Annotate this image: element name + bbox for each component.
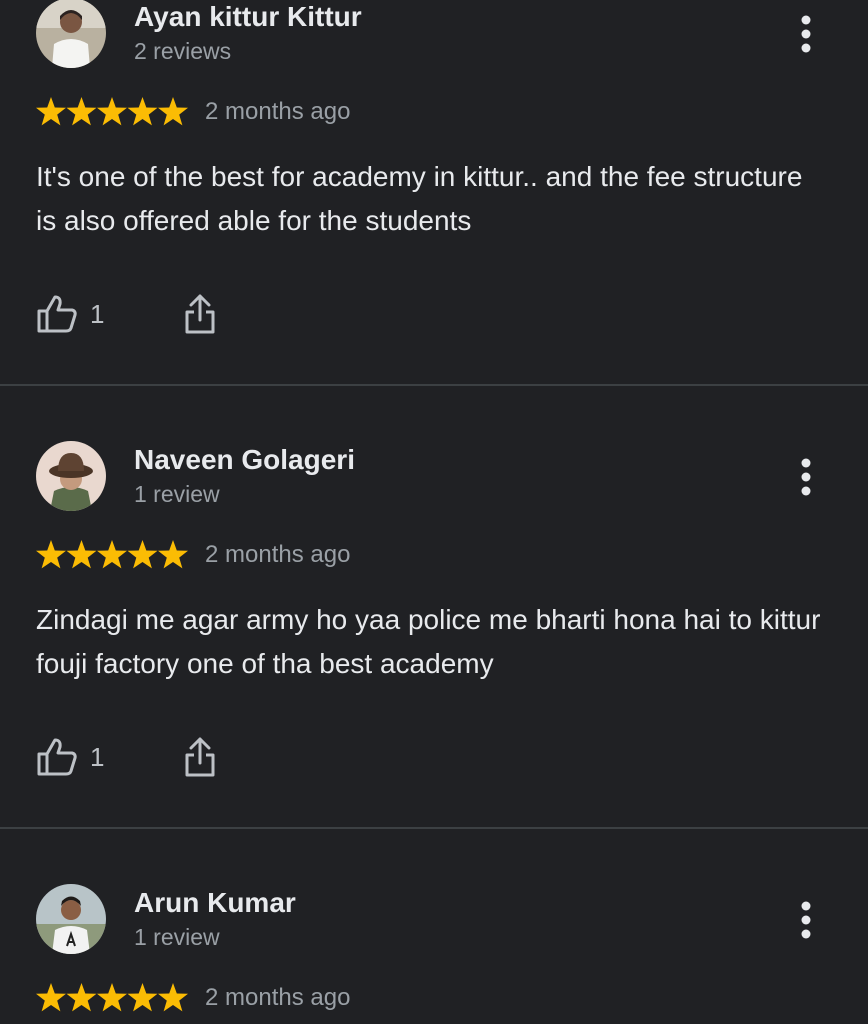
like-count: 1 xyxy=(90,742,105,772)
like-count: 1 xyxy=(90,299,105,329)
share-button[interactable] xyxy=(182,735,218,779)
share-button[interactable] xyxy=(182,292,218,336)
review-count: 1 review xyxy=(134,924,220,950)
divider xyxy=(0,827,868,829)
review-time: 2 months ago xyxy=(205,98,351,125)
review-time: 2 months ago xyxy=(205,541,351,568)
review-count: 2 reviews xyxy=(134,38,232,64)
divider xyxy=(0,384,868,386)
star-rating xyxy=(36,540,188,569)
review-text: It's one of the best for academy in kitt… xyxy=(36,161,803,236)
review-count: 1 review xyxy=(134,481,220,507)
like-button[interactable]: 1 xyxy=(36,735,116,779)
thumbs-up-icon xyxy=(37,295,77,333)
review-text: Zindagi me agar army ho yaa police me bh… xyxy=(36,604,821,679)
more-options-button[interactable] xyxy=(788,453,824,501)
share-icon xyxy=(185,737,215,777)
more-vert-icon xyxy=(801,15,811,53)
more-options-button[interactable] xyxy=(788,896,824,944)
review-time: 2 months ago xyxy=(205,984,351,1011)
star-rating xyxy=(36,97,188,126)
more-vert-icon xyxy=(801,901,811,939)
avatar[interactable] xyxy=(36,0,106,68)
more-vert-icon xyxy=(801,458,811,496)
avatar[interactable] xyxy=(36,441,106,511)
author-name[interactable]: Naveen Golageri xyxy=(134,443,355,477)
like-button[interactable]: 1 xyxy=(36,292,116,336)
star-rating xyxy=(36,983,188,1012)
author-name[interactable]: Ayan kittur Kittur xyxy=(134,0,362,34)
share-icon xyxy=(185,294,215,334)
avatar[interactable] xyxy=(36,884,106,954)
more-options-button[interactable] xyxy=(788,10,824,58)
thumbs-up-icon xyxy=(37,738,77,776)
author-name[interactable]: Arun Kumar xyxy=(134,886,296,920)
reviews-page: Ayan kittur Kittur 2 reviews 2 months ag… xyxy=(0,0,868,1024)
